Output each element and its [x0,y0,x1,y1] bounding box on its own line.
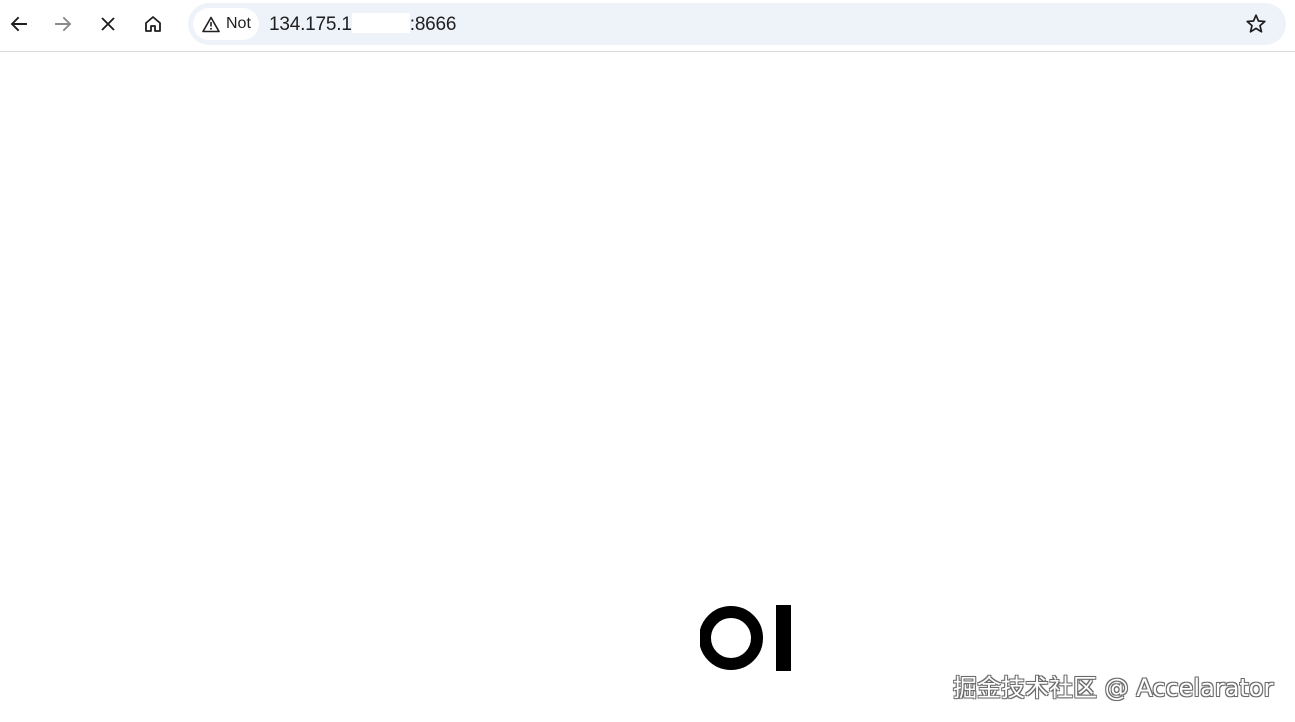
back-button[interactable] [1,6,37,42]
arrow-right-icon [55,16,72,32]
security-chip[interactable]: Not [193,8,259,40]
url-suffix: :8666 [409,14,457,35]
watermark-text: 掘金技术社区 @ Accelarator [953,674,1274,702]
browser-toolbar: Not 134.175.1 :8666 [0,0,1295,52]
stop-loading-button[interactable] [90,6,126,42]
address-bar[interactable]: Not 134.175.1 :8666 [188,3,1286,45]
warning-triangle-icon [202,16,220,32]
forward-button[interactable] [45,6,81,42]
arrow-left-icon [10,16,27,32]
bookmark-star-button[interactable] [1244,12,1268,36]
url-text[interactable]: 134.175.1 :8666 [269,13,456,36]
home-button[interactable] [135,6,171,42]
close-icon [101,17,115,31]
page-content [0,52,1295,722]
security-chip-label: Not [226,15,251,32]
url-redaction [351,13,410,33]
home-icon [145,16,161,32]
open-interpreter-logo: OI [700,605,791,671]
star-icon [1246,14,1266,33]
url-prefix: 134.175.1 [269,14,352,35]
